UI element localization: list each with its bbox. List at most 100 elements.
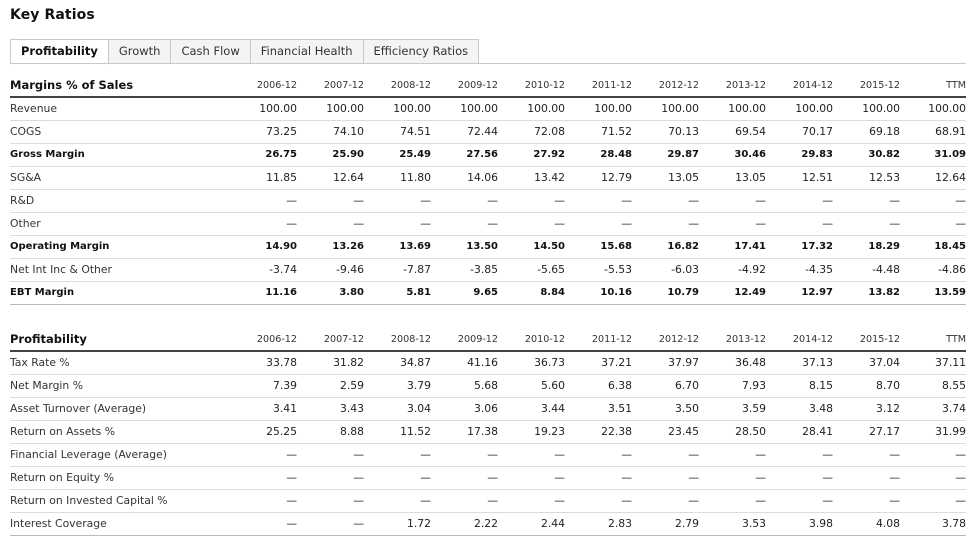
column-header: 2013-12	[699, 74, 766, 98]
table-cell: 7.39	[244, 374, 297, 398]
table-cell: 71.52	[565, 120, 632, 144]
table-cell: —	[297, 189, 364, 213]
table-cell: 33.78	[244, 351, 297, 375]
table-cell: —	[766, 466, 833, 490]
table-cell: 3.74	[900, 397, 966, 421]
table-cell: —	[900, 466, 966, 490]
row-label: Net Int Inc & Other	[10, 258, 244, 282]
table-row: EBT Margin 11.16 3.80 5.81 9.65 8.84 10.16 10.7…	[10, 281, 966, 305]
table-cell: -4.92	[699, 258, 766, 282]
table-cell: 13.59	[900, 281, 966, 305]
table-cell: -3.85	[431, 258, 498, 282]
table-cell: 28.50	[699, 420, 766, 444]
table-cell: 37.21	[565, 351, 632, 375]
table-cell: —	[244, 189, 297, 213]
table-cell: 74.51	[364, 120, 431, 144]
table-cell: 69.18	[833, 120, 900, 144]
table-cell: —	[498, 489, 565, 513]
table-cell: —	[297, 489, 364, 513]
table-cell: 8.15	[766, 374, 833, 398]
table-cell: 25.90	[297, 143, 364, 167]
table-cell: 3.48	[766, 397, 833, 421]
column-header: 2009-12	[431, 328, 498, 352]
table-cell: -7.87	[364, 258, 431, 282]
row-label: Tax Rate %	[10, 351, 244, 375]
table-cell: —	[364, 466, 431, 490]
row-label: Operating Margin	[10, 235, 244, 259]
table-row: Other — — — — — — — — — — —	[10, 212, 966, 236]
table-cell: 3.79	[364, 374, 431, 398]
column-header: 2012-12	[632, 74, 699, 98]
table-cell: —	[244, 212, 297, 236]
table-header-row: Margins % of Sales 2006-12 2007-12 2008-12 2…	[10, 74, 966, 98]
section-title: Profitability	[10, 328, 244, 352]
tab-growth[interactable]: Growth	[108, 39, 172, 64]
table-cell: 34.87	[364, 351, 431, 375]
row-label: Net Margin %	[10, 374, 244, 398]
section-title: Margins % of Sales	[10, 74, 244, 98]
table-row: Asset Turnover (Average) 3.41 3.43 3.04 3.06…	[10, 397, 966, 421]
table-cell: —	[699, 443, 766, 467]
table-cell: —	[565, 189, 632, 213]
table-cell: 13.26	[297, 235, 364, 259]
column-header: TTM	[900, 74, 966, 98]
table-cell: —	[498, 466, 565, 490]
row-label: Other	[10, 212, 244, 236]
column-header: 2015-12	[833, 328, 900, 352]
table-cell: —	[900, 189, 966, 213]
tab-financial-health[interactable]: Financial Health	[250, 39, 364, 64]
table-cell: —	[900, 212, 966, 236]
table-row: Revenue 100.00 100.00 100.00 100.00 100.00 100…	[10, 97, 966, 121]
table-cell: —	[431, 212, 498, 236]
table-cell: 5.81	[364, 281, 431, 305]
table-cell: 8.84	[498, 281, 565, 305]
table-cell: 11.80	[364, 166, 431, 190]
table-cell: 10.16	[565, 281, 632, 305]
column-header: 2012-12	[632, 328, 699, 352]
table-cell: -4.35	[766, 258, 833, 282]
table-cell: -5.53	[565, 258, 632, 282]
table-cell: 30.82	[833, 143, 900, 167]
tab-cash-flow[interactable]: Cash Flow	[171, 39, 251, 64]
table-cell: 29.87	[632, 143, 699, 167]
table-cell: 1.72	[364, 512, 431, 536]
column-header: 2010-12	[498, 74, 565, 98]
tab-efficiency-ratios[interactable]: Efficiency Ratios	[363, 39, 480, 64]
table-cell: 11.85	[244, 166, 297, 190]
table-cell: 31.09	[900, 143, 966, 167]
column-header: 2014-12	[766, 74, 833, 98]
table-cell: 100.00	[900, 97, 966, 121]
table-cell: —	[498, 443, 565, 467]
table-cell: 12.53	[833, 166, 900, 190]
row-label: Interest Coverage	[10, 512, 244, 536]
table-cell: —	[699, 489, 766, 513]
table-cell: 72.08	[498, 120, 565, 144]
table-cell: —	[297, 212, 364, 236]
page-title: Key Ratios	[10, 7, 95, 23]
table-cell: 22.38	[565, 420, 632, 444]
table-row: R&D — — — — — — — — — — —	[10, 189, 966, 213]
table-cell: 41.16	[431, 351, 498, 375]
table-cell: —	[833, 466, 900, 490]
column-header: 2007-12	[297, 74, 364, 98]
table-cell: 2.79	[632, 512, 699, 536]
table-cell: 23.45	[632, 420, 699, 444]
table-cell: 69.54	[699, 120, 766, 144]
table-cell: 72.44	[431, 120, 498, 144]
column-header: TTM	[900, 328, 966, 352]
table-cell: 100.00	[244, 97, 297, 121]
table-cell: 2.44	[498, 512, 565, 536]
table-cell: 16.82	[632, 235, 699, 259]
table-cell: 13.50	[431, 235, 498, 259]
row-label: R&D	[10, 189, 244, 213]
table-cell: 17.38	[431, 420, 498, 444]
table-cell: —	[297, 466, 364, 490]
table-row: Interest Coverage — —1.72 2.22 2.44 2.83 2.79 3…	[10, 512, 966, 536]
table-cell: 100.00	[833, 97, 900, 121]
table-cell: 13.05	[699, 166, 766, 190]
row-label: Return on Assets %	[10, 420, 244, 444]
tab-profitability[interactable]: Profitability	[10, 39, 109, 65]
column-header: 2006-12	[244, 328, 297, 352]
table-cell: 13.42	[498, 166, 565, 190]
table-cell: —	[833, 212, 900, 236]
